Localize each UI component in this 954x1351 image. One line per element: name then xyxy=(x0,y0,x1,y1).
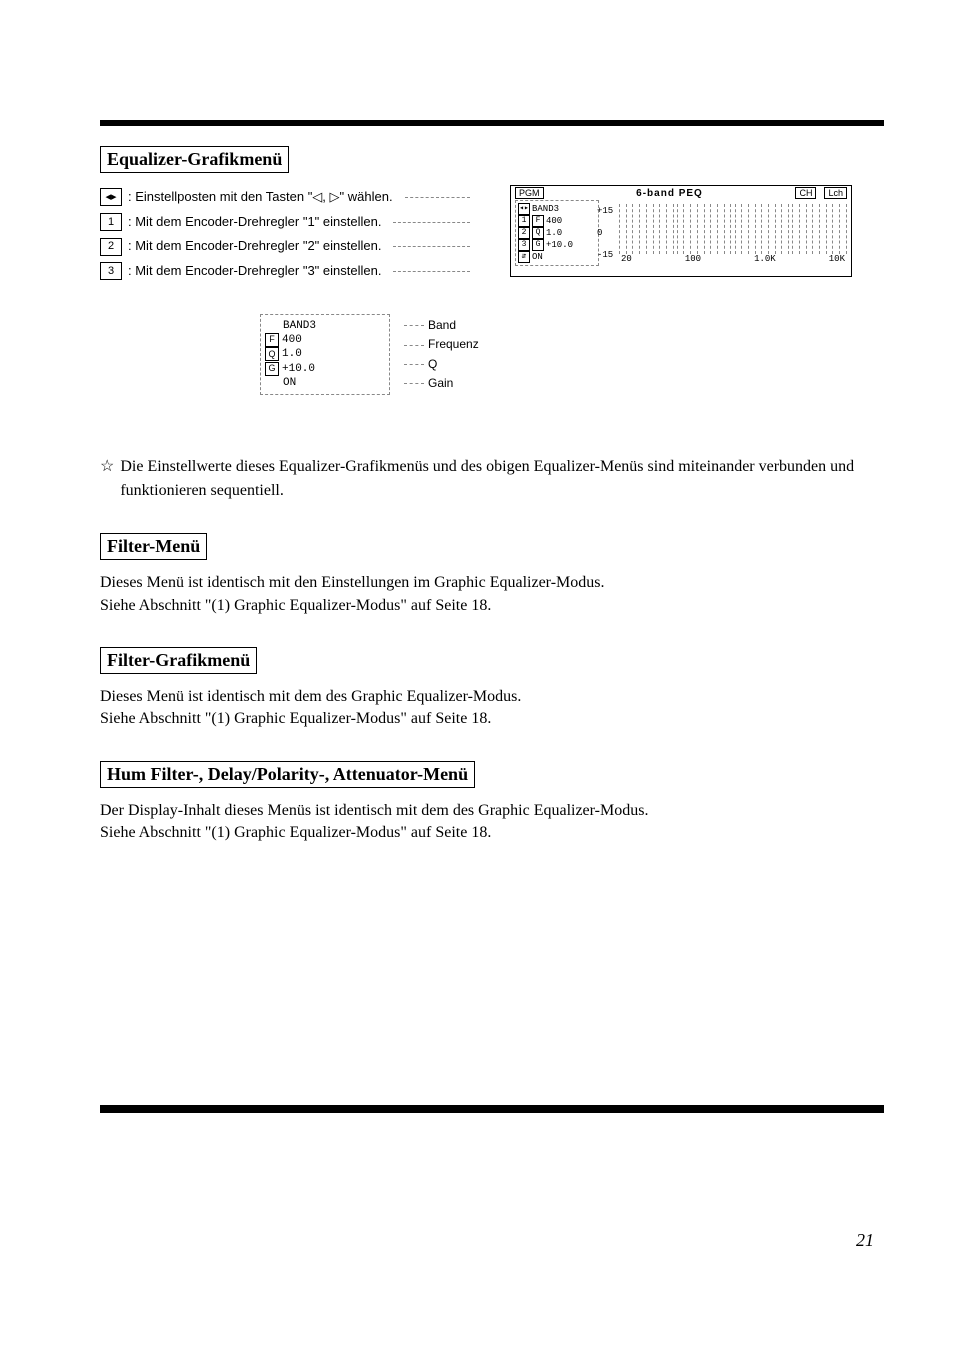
arrow-mini-icon: ◂▸ xyxy=(518,203,530,215)
param-gain: +10.0 xyxy=(546,240,573,251)
instruction-text: : Einstellposten mit den Tasten "◁, ▷" w… xyxy=(128,185,393,210)
y-scale-bot: -15 xyxy=(597,244,613,266)
x-scale: 20 100 1.0K 10K xyxy=(619,254,847,264)
body-line: Siehe Abschnitt "(1) Graphic Equalizer-M… xyxy=(100,708,884,730)
section-title-filter-menu: Filter-Menü xyxy=(100,533,207,560)
instruction-line-3: 3 : Mit dem Encoder-Drehregler "3" einst… xyxy=(100,259,470,284)
x-label-1k: 1.0K xyxy=(754,254,776,264)
arrow-keys-icon: ◂▸ xyxy=(100,188,122,206)
decade-1 xyxy=(619,204,674,254)
leader-line xyxy=(393,222,470,223)
star-icon: ☆ xyxy=(100,455,114,503)
x-label-10k: 10K xyxy=(829,254,845,264)
note-text: Die Einstellwerte dieses Equalizer-Grafi… xyxy=(120,455,884,503)
body-line: Der Display-Inhalt dieses Menüs ist iden… xyxy=(100,800,884,822)
section-body-filter-grafikmenu: Dieses Menü ist identisch mit dem des Gr… xyxy=(100,686,884,731)
q-mini-icon: Q xyxy=(532,227,544,239)
updown-mini-icon: ⇵ xyxy=(518,251,530,263)
body-line: Dieses Menü ist identisch mit dem des Gr… xyxy=(100,686,884,708)
key-1-icon: 1 xyxy=(100,213,122,231)
leader-line xyxy=(393,246,470,247)
note-paragraph: ☆ Die Einstellwerte dieses Equalizer-Gra… xyxy=(100,455,884,503)
instruction-text: : Mit dem Encoder-Drehregler "3" einstel… xyxy=(128,259,381,284)
instruction-line-1: 1 : Mit dem Encoder-Drehregler "1" einst… xyxy=(100,210,470,235)
instruction-line-2: 2 : Mit dem Encoder-Drehregler "2" einst… xyxy=(100,234,470,259)
f-mini-icon: F xyxy=(532,215,544,227)
key-2-icon: 2 xyxy=(100,238,122,256)
label-freq: Frequenz xyxy=(404,335,479,354)
display-param-panel: ◂▸BAND3 1F400 2Q1.0 3G+10.0 ⇵ON xyxy=(515,200,599,266)
eq-graph xyxy=(619,204,847,254)
leader-line xyxy=(393,271,470,272)
y-scale-top: +15 xyxy=(597,200,613,222)
display-screenshot: PGM 6-band PEQ CH Lch ◂▸BAND3 1F400 2Q1.… xyxy=(510,185,852,277)
section-body-hum-filter: Der Display-Inhalt dieses Menüs ist iden… xyxy=(100,800,884,845)
display-graph-panel: +15 0 -15 xyxy=(599,200,847,266)
x-label-100: 100 xyxy=(685,254,701,264)
page-number: 21 xyxy=(856,1230,874,1251)
display-body: ◂▸BAND3 1F400 2Q1.0 3G+10.0 ⇵ON +15 0 -1… xyxy=(511,200,851,266)
q-mini-icon: Q xyxy=(265,347,279,361)
pgm-badge: PGM xyxy=(515,187,544,199)
x-label-20: 20 xyxy=(621,254,632,264)
horizontal-rule xyxy=(100,120,884,126)
callout-q: 1.0 xyxy=(282,347,302,361)
leader-line xyxy=(405,197,470,198)
instruction-line-arrows: ◂▸ : Einstellposten mit den Tasten "◁, ▷… xyxy=(100,185,470,210)
ch-badge: CH xyxy=(795,187,816,199)
param-q: 1.0 xyxy=(546,228,562,239)
decade-3 xyxy=(735,204,790,254)
y-scale-mid: 0 xyxy=(597,222,613,244)
callout-gain: +10.0 xyxy=(282,362,315,376)
y-scale: +15 0 -15 xyxy=(597,200,613,266)
callout-band: BAND3 xyxy=(283,319,316,333)
g-mini-icon: G xyxy=(265,362,279,376)
one-mini-icon: 1 xyxy=(518,215,530,227)
callout-state: ON xyxy=(283,376,296,390)
section-body-filter-menu: Dieses Menü ist identisch mit den Einste… xyxy=(100,572,884,617)
callout-legend: BAND3 F400 Q1.0 G+10.0 ON Band Frequenz … xyxy=(260,314,884,395)
decade-4 xyxy=(792,204,847,254)
section-title-hum-filter: Hum Filter-, Delay/Polarity-, Attenuator… xyxy=(100,761,475,788)
param-band: BAND3 xyxy=(532,204,559,215)
callout-freq: 400 xyxy=(282,333,302,347)
decade-2 xyxy=(677,204,732,254)
section-title-equalizer-grafikmenu: Equalizer-Grafikmenü xyxy=(100,146,289,173)
page: Equalizer-Grafikmenü ◂▸ : Einstellposten… xyxy=(0,0,954,1351)
instruction-text: : Mit dem Encoder-Drehregler "2" einstel… xyxy=(128,234,381,259)
label-gain: Gain xyxy=(404,374,479,393)
display-title: 6-band PEQ xyxy=(552,188,788,199)
body-line: Dieses Menü ist identisch mit den Einste… xyxy=(100,572,884,594)
label-band: Band xyxy=(404,316,479,335)
param-freq: 400 xyxy=(546,216,562,227)
callout-labels: Band Frequenz Q Gain xyxy=(404,316,479,393)
horizontal-rule-bottom xyxy=(100,1105,884,1113)
callout-panel: BAND3 F400 Q1.0 G+10.0 ON xyxy=(260,314,390,395)
body-line: Siehe Abschnitt "(1) Graphic Equalizer-M… xyxy=(100,595,884,617)
f-mini-icon: F xyxy=(265,333,279,347)
param-state: ON xyxy=(532,252,543,263)
instruction-list: ◂▸ : Einstellposten mit den Tasten "◁, ▷… xyxy=(100,185,470,284)
display-titlebar: PGM 6-band PEQ CH Lch xyxy=(511,186,851,200)
body-line: Siehe Abschnitt "(1) Graphic Equalizer-M… xyxy=(100,822,884,844)
two-mini-icon: 2 xyxy=(518,227,530,239)
three-mini-icon: 3 xyxy=(518,239,530,251)
label-q: Q xyxy=(404,355,479,374)
g-mini-icon: G xyxy=(532,239,544,251)
instruction-and-screen-row: ◂▸ : Einstellposten mit den Tasten "◁, ▷… xyxy=(100,185,884,284)
instruction-text: : Mit dem Encoder-Drehregler "1" einstel… xyxy=(128,210,381,235)
lch-badge: Lch xyxy=(824,187,847,199)
key-3-icon: 3 xyxy=(100,262,122,280)
section-title-filter-grafikmenu: Filter-Grafikmenü xyxy=(100,647,257,674)
